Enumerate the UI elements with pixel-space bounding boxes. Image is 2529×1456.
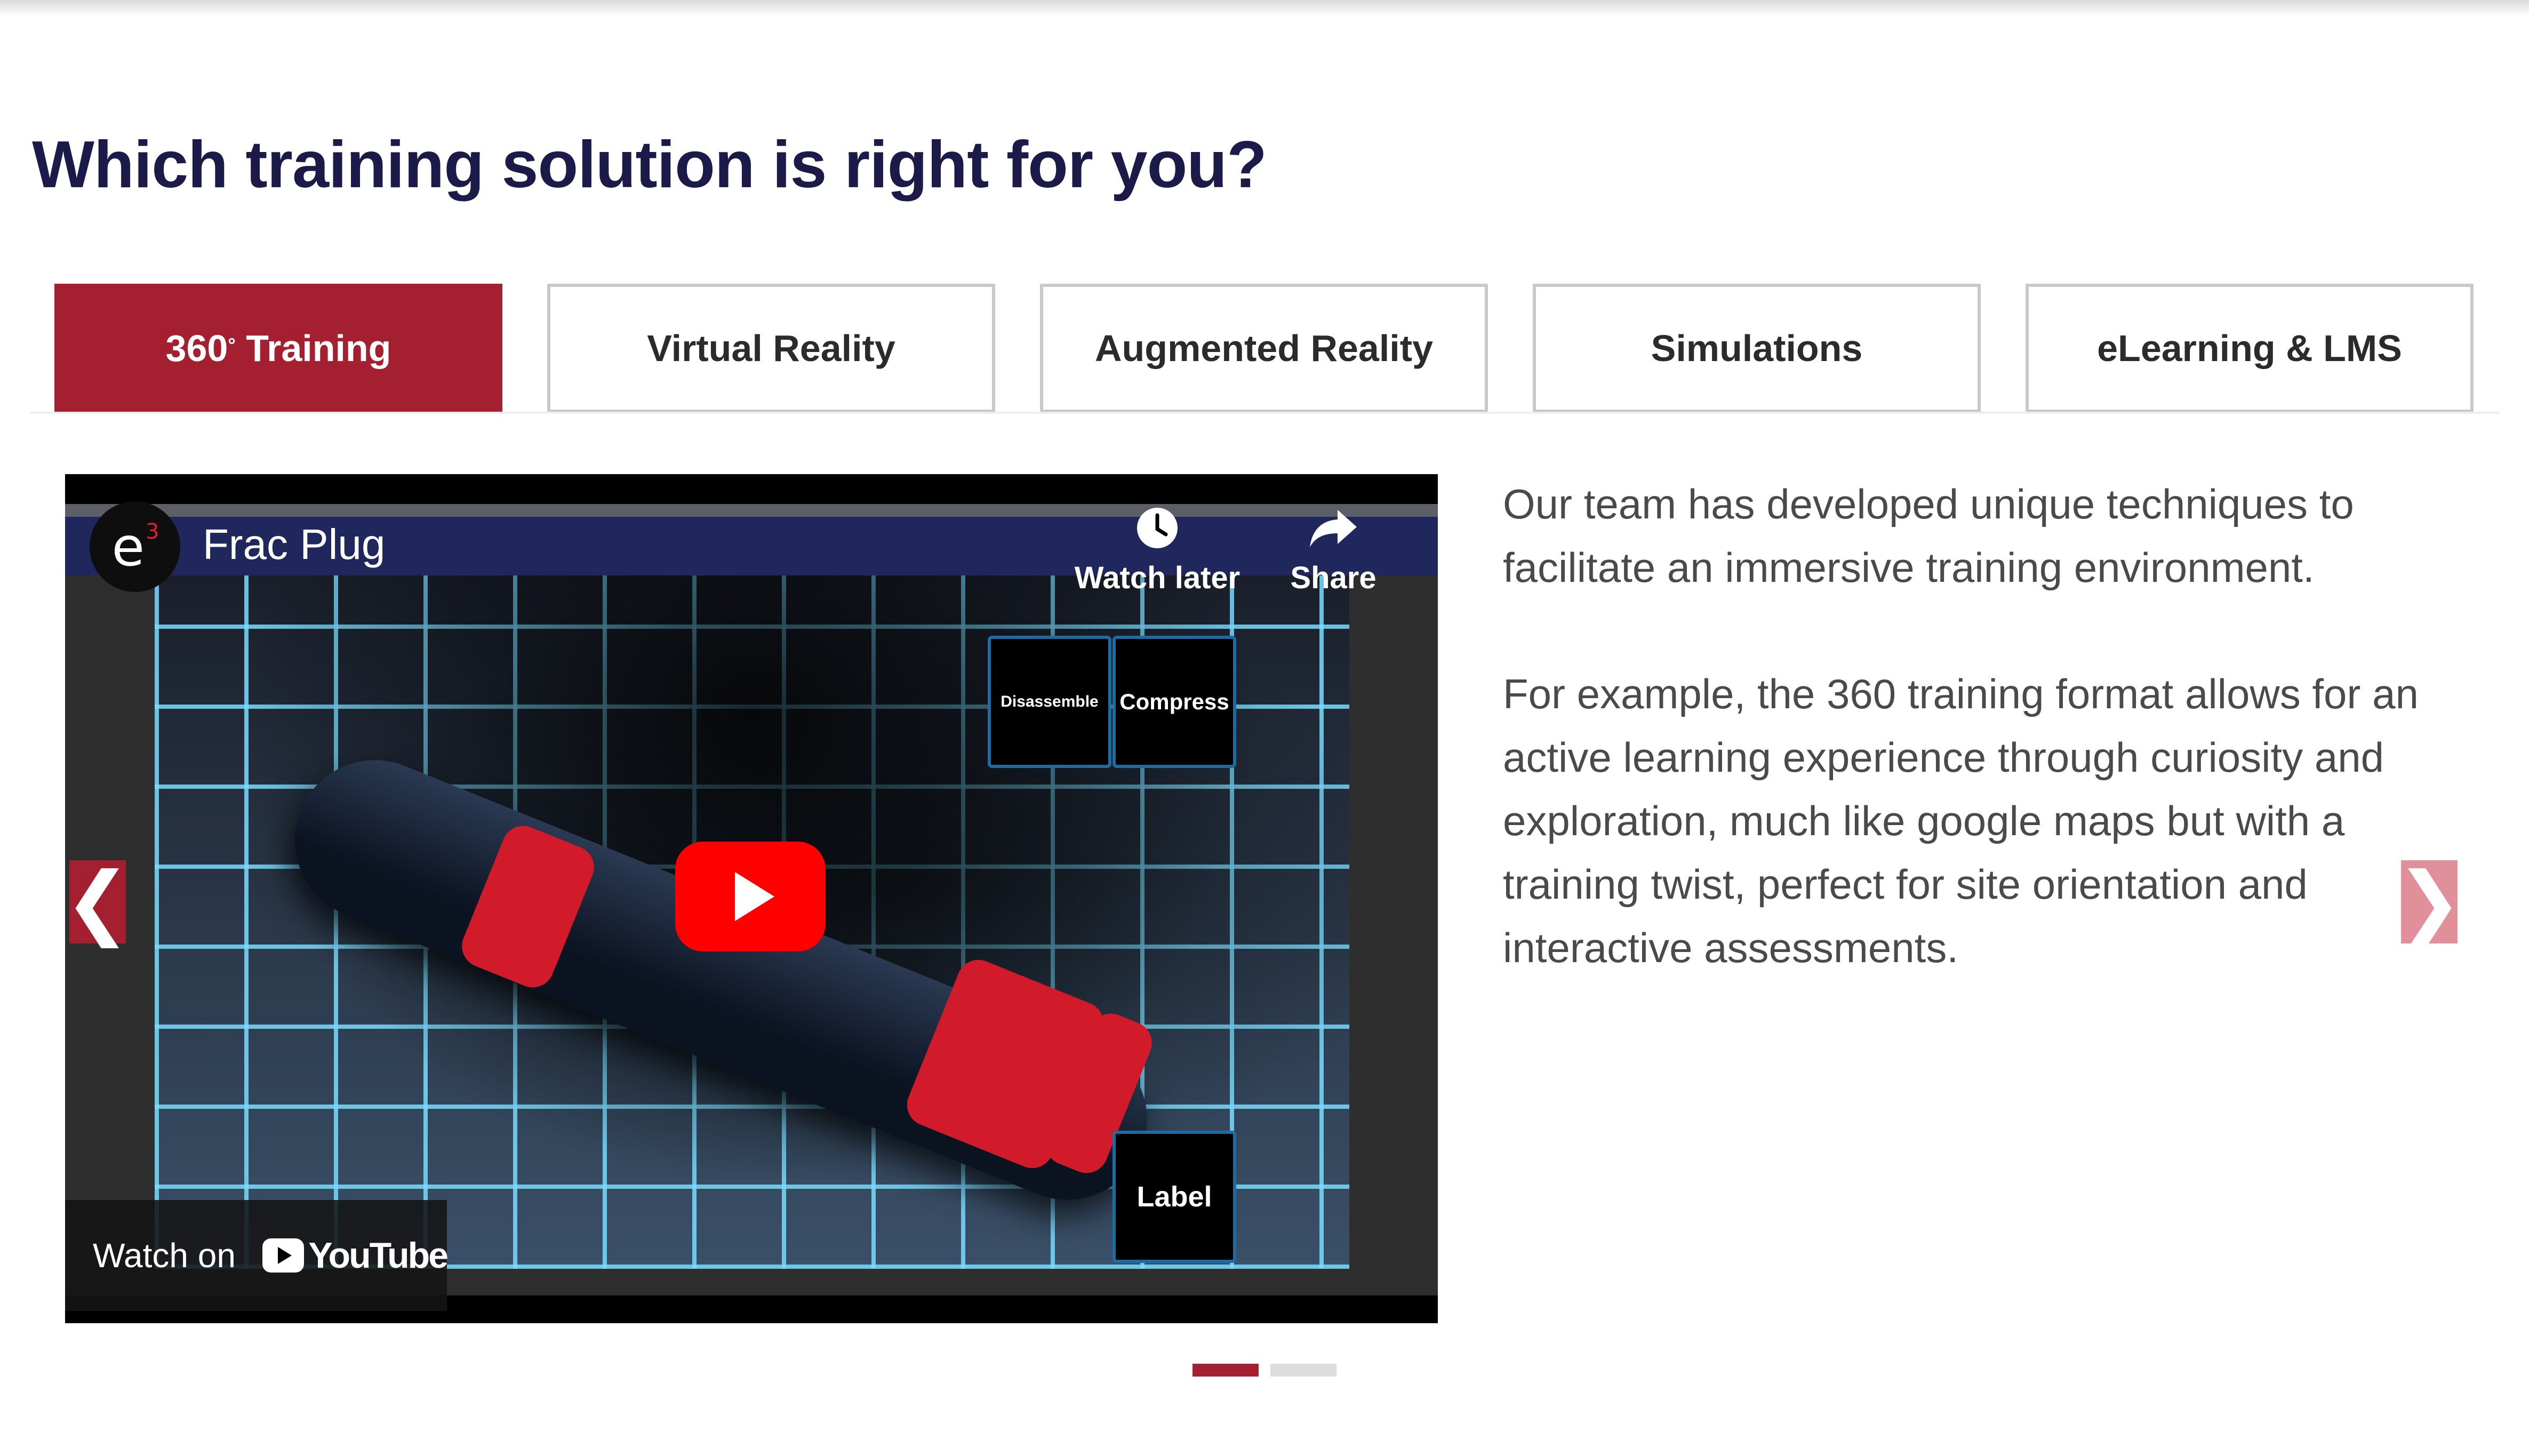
youtube-wordmark: YouTube [308, 1235, 449, 1276]
tab-label: Augmented Reality [1095, 327, 1433, 369]
tab-label-suffix: Training [235, 327, 391, 369]
page-title: Which training solution is right for you… [32, 128, 1267, 202]
tab-divider [30, 412, 2499, 414]
tab-360-training[interactable]: 360 ° Training [54, 284, 502, 413]
tab-augmented-reality[interactable]: Augmented Reality [1040, 284, 1488, 413]
watch-on-youtube-button[interactable]: Watch on YouTube [65, 1200, 449, 1311]
share-button[interactable]: Share [1280, 501, 1387, 596]
disassemble-button[interactable]: Disassemble [988, 636, 1111, 768]
tab-label: 360 [165, 327, 228, 369]
carousel-prev-button[interactable]: ❮ [64, 855, 131, 948]
share-arrow-icon [1308, 501, 1359, 555]
play-button[interactable] [675, 842, 826, 951]
channel-avatar[interactable]: e3 [90, 501, 180, 592]
carousel-dot-2[interactable] [1270, 1364, 1336, 1377]
description-paragraph: Our team has developed unique techniques… [1503, 481, 2354, 591]
solution-description: Our team has developed unique techniques… [1503, 473, 2474, 1043]
youtube-logo-icon [262, 1238, 305, 1273]
tab-simulations[interactable]: Simulations [1533, 284, 1981, 413]
header-shadow [0, 0, 2529, 16]
tab-label: Simulations [1651, 327, 1863, 369]
carousel-dot-1[interactable] [1193, 1364, 1259, 1377]
degree-sign: ° [228, 334, 236, 356]
tab-elearning-lms[interactable]: eLearning & LMS [2026, 284, 2474, 413]
watch-on-label: Watch on [93, 1236, 236, 1275]
label-button[interactable]: Label [1113, 1131, 1236, 1263]
channel-logo-letter: e [111, 515, 145, 578]
clock-icon [1135, 501, 1180, 555]
tab-label: Virtual Reality [647, 327, 895, 369]
share-label: Share [1290, 561, 1376, 595]
tab-virtual-reality[interactable]: Virtual Reality [547, 284, 995, 413]
tab-label: eLearning & LMS [2097, 327, 2402, 369]
play-icon [735, 872, 774, 921]
description-paragraph: For example, the 360 training format all… [1503, 670, 2419, 971]
compress-button[interactable]: Compress [1113, 636, 1236, 768]
watch-later-button[interactable]: Watch later [1072, 501, 1243, 596]
watch-later-label: Watch later [1074, 561, 1241, 595]
channel-logo-sup: 3 [146, 519, 159, 544]
video-title[interactable]: Frac Plug [203, 520, 385, 569]
